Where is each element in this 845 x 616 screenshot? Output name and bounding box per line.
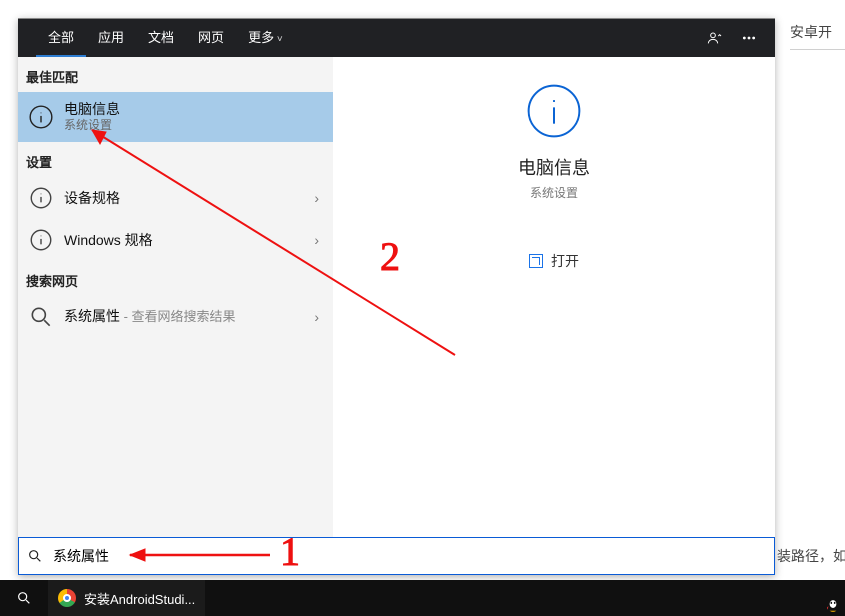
result-title: 系统属性 - 查看网络搜索结果 xyxy=(64,307,236,326)
more-icon[interactable] xyxy=(741,30,757,46)
result-subtitle: 系统设置 xyxy=(64,118,120,134)
taskbar-app-chrome[interactable]: 安装AndroidStudi... xyxy=(48,580,205,616)
search-input[interactable] xyxy=(53,548,774,564)
taskbar: 安装AndroidStudi... xyxy=(0,580,845,616)
tab-docs[interactable]: 文档 xyxy=(136,19,186,57)
section-web: 搜索网页 xyxy=(18,261,333,296)
results-column: 最佳匹配 电脑信息 系统设置 设置 设备规格 › xyxy=(18,57,333,538)
open-label: 打开 xyxy=(551,251,579,271)
info-icon xyxy=(28,227,54,253)
result-best-match[interactable]: 电脑信息 系统设置 xyxy=(18,92,333,142)
background-right-text: 安卓开 xyxy=(790,20,845,62)
search-icon xyxy=(27,548,43,564)
info-icon xyxy=(28,104,54,130)
detail-column: 电脑信息 系统设置 打开 xyxy=(333,57,775,538)
section-best-match: 最佳匹配 xyxy=(18,57,333,92)
taskbar-app-title: 安装AndroidStudi... xyxy=(84,589,195,608)
tab-web[interactable]: 网页 xyxy=(186,19,236,57)
result-windows-spec[interactable]: Windows 规格 › xyxy=(18,219,333,261)
tab-all[interactable]: 全部 xyxy=(36,19,86,57)
background-bottom-text: 装路径，如 xyxy=(777,546,845,566)
info-icon xyxy=(28,185,54,211)
chevron-right-icon: › xyxy=(314,309,319,325)
tab-more[interactable]: 更多 xyxy=(236,19,295,57)
taskbar-search-button[interactable] xyxy=(0,580,48,616)
search-icon xyxy=(28,304,54,330)
detail-subtitle: 系统设置 xyxy=(333,184,775,201)
section-settings: 设置 xyxy=(18,142,333,177)
search-bar[interactable] xyxy=(18,537,775,575)
result-title: 电脑信息 xyxy=(64,100,120,118)
result-device-spec[interactable]: 设备规格 › xyxy=(18,177,333,219)
open-action[interactable]: 打开 xyxy=(529,251,579,271)
chevron-right-icon: › xyxy=(314,190,319,206)
result-web-search[interactable]: 系统属性 - 查看网络搜索结果 › xyxy=(18,296,333,338)
detail-title: 电脑信息 xyxy=(333,154,775,180)
result-title: 设备规格 xyxy=(64,189,120,207)
detail-info-icon xyxy=(525,82,583,140)
search-panel-header: 全部 应用 文档 网页 更多 xyxy=(18,19,775,57)
chevron-right-icon: › xyxy=(314,232,319,248)
search-panel: 全部 应用 文档 网页 更多 最佳匹配 电脑信息 系统设置 xyxy=(18,18,775,575)
open-icon xyxy=(529,254,543,268)
chrome-icon xyxy=(58,589,76,607)
qq-tray-icon[interactable] xyxy=(824,595,842,613)
people-icon[interactable] xyxy=(707,30,723,46)
tab-apps[interactable]: 应用 xyxy=(86,19,136,57)
result-title: Windows 规格 xyxy=(64,231,153,249)
